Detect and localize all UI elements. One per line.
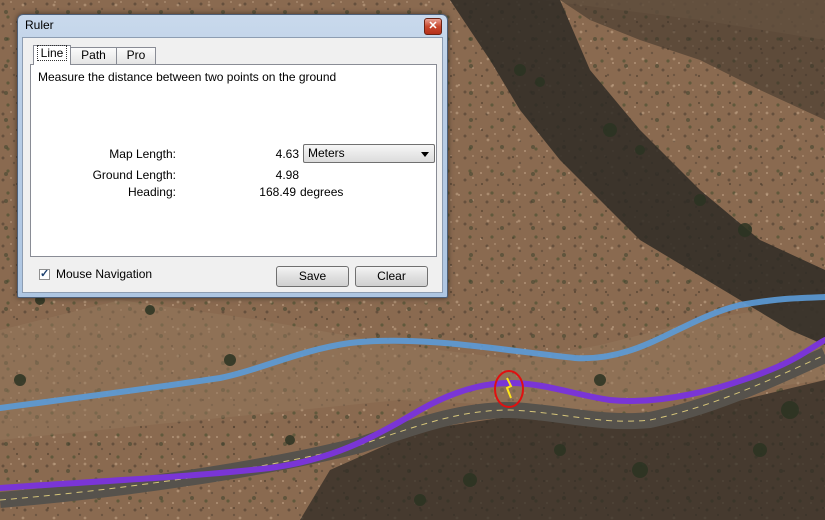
mouse-navigation-label[interactable]: Mouse Navigation (56, 267, 152, 281)
map-length-value: 4.63 (275, 147, 299, 161)
ground-length-label: Ground Length: (92, 168, 176, 182)
dialog-title: Ruler (25, 18, 54, 32)
map-length-label: Map Length: (109, 147, 176, 161)
close-button[interactable]: ✕ (424, 18, 442, 35)
chevron-down-icon (421, 152, 429, 157)
tab-pro-label: Pro (126, 48, 146, 62)
dialog-client: Line Path Pro Measure the distance betwe… (22, 37, 443, 293)
tab-path-label: Path (81, 48, 106, 62)
heading-unit: degrees (300, 185, 344, 199)
heading-value: 168.49 (259, 185, 296, 199)
description-text: Measure the distance between two points … (38, 70, 337, 84)
tab-panel-line: Measure the distance between two points … (30, 64, 437, 257)
tab-pro[interactable]: Pro (116, 47, 156, 64)
mouse-navigation-checkbox[interactable]: ✓ (39, 268, 50, 280)
close-icon: ✕ (428, 20, 438, 32)
unit-dropdown-value: Meters (308, 146, 345, 160)
unit-dropdown[interactable]: Meters (303, 144, 435, 163)
ruler-dialog: Ruler ✕ Line Path Pro Measure the distan… (17, 14, 448, 298)
checkmark-icon: ✓ (40, 268, 50, 280)
ground-length-value: 4.98 (275, 168, 299, 182)
save-button[interactable]: Save (276, 266, 349, 287)
heading-label: Heading: (127, 185, 176, 199)
tab-path[interactable]: Path (70, 47, 117, 64)
clear-button[interactable]: Clear (355, 266, 428, 287)
tab-line[interactable]: Line (33, 45, 71, 65)
tab-line-label: Line (36, 45, 68, 61)
